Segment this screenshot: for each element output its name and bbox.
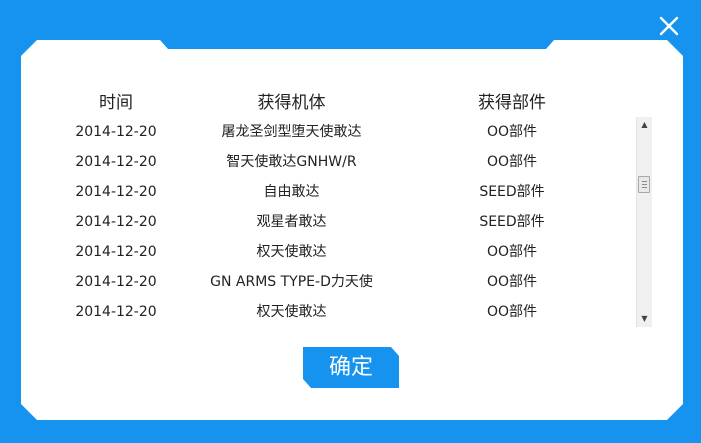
- cell-time: 2014-12-20: [75, 154, 157, 170]
- table-row: 2014-12-20 权天使敢达 OO部件: [66, 297, 633, 327]
- cell-time: 2014-12-20: [75, 124, 157, 140]
- cell-time: 2014-12-20: [75, 304, 157, 320]
- cell-mecha: 自由敢达: [263, 184, 320, 200]
- table-row: 2014-12-20 屠龙圣剑型堕天使敢达 OO部件: [66, 117, 633, 147]
- close-button[interactable]: [656, 13, 682, 39]
- cell-part: SEED部件: [479, 214, 545, 230]
- table-row: 2014-12-20 观星者敢达 SEED部件: [66, 207, 633, 237]
- cell-part: OO部件: [486, 124, 538, 140]
- confirm-button[interactable]: 确定: [303, 347, 399, 388]
- cell-part: OO部件: [486, 304, 538, 320]
- close-icon: [659, 16, 679, 36]
- table-row: 2014-12-20 自由敢达 SEED部件: [66, 177, 633, 207]
- vertical-scrollbar[interactable]: ▲ ▼: [636, 117, 652, 327]
- cell-mecha: 屠龙圣剑型堕天使敢达: [221, 124, 362, 140]
- scroll-thumb[interactable]: [638, 176, 650, 193]
- table-row: 2014-12-20 权天使敢达 OO部件: [66, 237, 633, 267]
- scroll-down-icon[interactable]: ▼: [637, 311, 652, 327]
- cell-mecha: 智天使敢达GNHW/R: [226, 154, 357, 170]
- cell-part: OO部件: [486, 154, 538, 170]
- cell-time: 2014-12-20: [75, 184, 157, 200]
- cell-part: OO部件: [486, 244, 538, 260]
- thumb-grip-line: [642, 184, 647, 185]
- record-list[interactable]: 2014-12-20 屠龙圣剑型堕天使敢达 OO部件 2014-12-20 智天…: [66, 117, 633, 327]
- scroll-up-icon[interactable]: ▲: [637, 117, 652, 133]
- cell-time: 2014-12-20: [75, 214, 157, 230]
- header-part: 获得部件: [478, 93, 546, 113]
- cell-time: 2014-12-20: [75, 244, 157, 260]
- cell-part: OO部件: [486, 274, 538, 290]
- table-row: 2014-12-20 智天使敢达GNHW/R OO部件: [66, 147, 633, 177]
- header-mecha: 获得机体: [257, 93, 326, 113]
- thumb-grip-line: [642, 181, 647, 182]
- cell-time: 2014-12-20: [75, 274, 157, 290]
- cell-mecha: 观星者敢达: [256, 214, 327, 230]
- cell-part: SEED部件: [479, 184, 545, 200]
- cell-mecha: GN ARMS TYPE-D力天使: [210, 274, 373, 290]
- cell-mecha: 权天使敢达: [256, 244, 327, 260]
- thumb-grip-line: [642, 187, 647, 188]
- header-time: 时间: [99, 93, 133, 113]
- table-row: 2014-12-20 GN ARMS TYPE-D力天使 OO部件: [66, 267, 633, 297]
- cell-mecha: 权天使敢达: [256, 304, 327, 320]
